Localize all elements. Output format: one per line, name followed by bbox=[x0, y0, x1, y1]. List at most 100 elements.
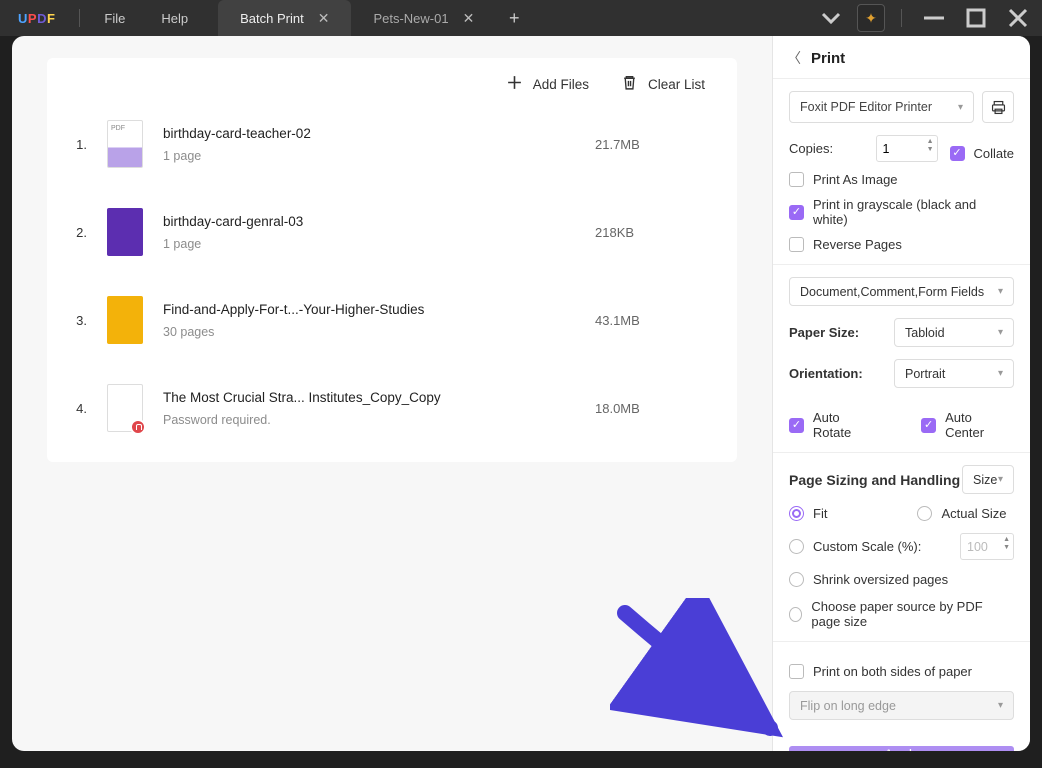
printer-select[interactable]: Foxit PDF Editor Printer ▾ bbox=[789, 91, 974, 123]
both-sides-checkbox[interactable]: Print on both sides of paper bbox=[789, 664, 1014, 679]
sizing-section: Page Sizing and Handling Size ▾ Fit Actu… bbox=[773, 453, 1030, 642]
premium-icon[interactable]: ✦ bbox=[857, 4, 885, 32]
shrink-radio[interactable]: Shrink oversized pages bbox=[789, 572, 1014, 587]
sizing-title: Page Sizing and Handling bbox=[789, 472, 960, 488]
choose-paper-source-radio[interactable]: Choose paper source by PDF page size bbox=[789, 599, 1014, 629]
file-thumbnail bbox=[107, 120, 143, 168]
paper-size-label: Paper Size: bbox=[789, 325, 859, 340]
close-icon[interactable]: ✕ bbox=[463, 10, 475, 27]
file-thumbnail bbox=[107, 296, 143, 344]
row-text: birthday-card-teacher-02 1 page bbox=[163, 126, 575, 163]
tab-label: Batch Print bbox=[240, 11, 304, 26]
select-value: Document,Comment,Form Fields bbox=[800, 285, 984, 299]
checkbox-label: Print in grayscale (black and white) bbox=[813, 197, 1014, 227]
tab-batch-print[interactable]: Batch Print ✕ bbox=[218, 0, 351, 36]
row-text: Find-and-Apply-For-t...-Your-Higher-Stud… bbox=[163, 302, 575, 339]
select-value: Tabloid bbox=[905, 326, 945, 340]
actual-size-radio[interactable]: Actual Size bbox=[917, 506, 1006, 521]
radio-label: Shrink oversized pages bbox=[813, 572, 948, 587]
chevron-down-icon: ▾ bbox=[998, 474, 1003, 485]
add-files-button[interactable]: Add Files bbox=[506, 74, 589, 94]
reverse-pages-checkbox[interactable]: Reverse Pages bbox=[789, 237, 1014, 252]
lock-icon bbox=[130, 419, 146, 435]
paper-size-select[interactable]: Tabloid ▾ bbox=[894, 318, 1014, 347]
file-thumbnail bbox=[107, 208, 143, 256]
checkbox-label: Auto Rotate bbox=[813, 410, 881, 440]
file-meta: Password required. bbox=[163, 413, 575, 427]
file-thumbnail bbox=[107, 384, 143, 432]
stepper-down-icon[interactable]: ▼ bbox=[1003, 544, 1010, 551]
file-name: Find-and-Apply-For-t...-Your-Higher-Stud… bbox=[163, 302, 575, 317]
copies-field[interactable] bbox=[883, 142, 917, 156]
chevron-down-icon: ▾ bbox=[998, 368, 1003, 379]
minimize-button[interactable] bbox=[918, 4, 950, 32]
orientation-label: Orientation: bbox=[789, 366, 863, 381]
stepper-up-icon[interactable]: ▲ bbox=[927, 138, 934, 145]
row-text: birthday-card-genral-03 1 page bbox=[163, 214, 575, 251]
fit-radio[interactable]: Fit bbox=[789, 506, 827, 521]
print-content-select[interactable]: Document,Comment,Form Fields ▾ bbox=[789, 277, 1014, 306]
checkbox-label: Auto Center bbox=[945, 410, 1014, 440]
file-meta: 1 page bbox=[163, 237, 575, 251]
custom-scale-input[interactable]: ▲▼ bbox=[960, 533, 1014, 560]
checkbox-label: Print As Image bbox=[813, 172, 898, 187]
app-logo: UPDF bbox=[0, 11, 73, 26]
select-value: Portrait bbox=[905, 367, 945, 381]
back-icon[interactable]: 〈 bbox=[787, 48, 801, 68]
select-value: Size bbox=[973, 473, 997, 487]
chevron-down-icon[interactable] bbox=[815, 4, 847, 32]
stepper-up-icon[interactable]: ▲ bbox=[1003, 536, 1010, 543]
file-list: 1. birthday-card-teacher-02 1 page 21.7M… bbox=[47, 100, 737, 452]
grayscale-checkbox[interactable]: Print in grayscale (black and white) bbox=[789, 197, 1014, 227]
left-panel: Add Files Clear List 1. birthday-card-te… bbox=[12, 36, 772, 751]
list-item[interactable]: 2. birthday-card-genral-03 1 page 218KB bbox=[47, 188, 737, 276]
file-size: 18.0MB bbox=[595, 401, 715, 416]
printer-properties-button[interactable] bbox=[982, 91, 1014, 123]
separator bbox=[901, 9, 902, 27]
tab-document[interactable]: Pets-New-01 ✕ bbox=[351, 0, 496, 36]
chevron-down-icon: ▾ bbox=[998, 327, 1003, 338]
maximize-button[interactable] bbox=[960, 4, 992, 32]
custom-scale-field[interactable] bbox=[967, 540, 1001, 554]
sizing-mode-select[interactable]: Size ▾ bbox=[962, 465, 1014, 494]
clear-list-button[interactable]: Clear List bbox=[621, 74, 705, 94]
chevron-down-icon: ▾ bbox=[958, 102, 963, 113]
print-as-image-checkbox[interactable]: Print As Image bbox=[789, 172, 1014, 187]
clear-list-label: Clear List bbox=[648, 77, 705, 92]
row-number: 3. bbox=[69, 313, 87, 328]
apply-button[interactable]: Apply bbox=[789, 746, 1014, 751]
printer-section: Foxit PDF Editor Printer ▾ Copies: ▲▼ Co… bbox=[773, 79, 1030, 265]
custom-scale-radio[interactable]: Custom Scale (%): bbox=[789, 539, 921, 554]
select-value: Flip on long edge bbox=[800, 699, 896, 713]
list-item[interactable]: 4. The Most Crucial Stra... Institutes_C… bbox=[47, 364, 737, 452]
tab-strip: Batch Print ✕ Pets-New-01 ✕ + bbox=[218, 0, 532, 36]
checkbox-label: Reverse Pages bbox=[813, 237, 902, 252]
new-tab-button[interactable]: + bbox=[496, 0, 532, 36]
add-files-label: Add Files bbox=[533, 77, 589, 92]
chevron-down-icon: ▾ bbox=[998, 286, 1003, 297]
file-size: 21.7MB bbox=[595, 137, 715, 152]
auto-rotate-checkbox[interactable]: Auto Rotate bbox=[789, 410, 881, 440]
close-window-button[interactable] bbox=[1002, 4, 1034, 32]
file-meta: 1 page bbox=[163, 149, 575, 163]
printer-select-value: Foxit PDF Editor Printer bbox=[800, 100, 932, 114]
print-header: 〈 Print bbox=[773, 36, 1030, 79]
close-icon[interactable]: ✕ bbox=[318, 10, 330, 27]
stepper-down-icon[interactable]: ▼ bbox=[927, 146, 934, 153]
card-actions: Add Files Clear List bbox=[47, 58, 737, 100]
file-size: 218KB bbox=[595, 225, 715, 240]
title-right: ✦ bbox=[815, 4, 1042, 32]
menu-help[interactable]: Help bbox=[143, 11, 206, 26]
radio-label: Choose paper source by PDF page size bbox=[811, 599, 1014, 629]
copies-input[interactable]: ▲▼ bbox=[876, 135, 938, 162]
duplex-section: Print on both sides of paper Flip on lon… bbox=[773, 642, 1030, 732]
tab-label: Pets-New-01 bbox=[373, 11, 448, 26]
collate-checkbox[interactable]: Collate bbox=[950, 146, 1014, 161]
orientation-select[interactable]: Portrait ▾ bbox=[894, 359, 1014, 388]
list-item[interactable]: 3. Find-and-Apply-For-t...-Your-Higher-S… bbox=[47, 276, 737, 364]
flip-select[interactable]: Flip on long edge ▾ bbox=[789, 691, 1014, 720]
list-item[interactable]: 1. birthday-card-teacher-02 1 page 21.7M… bbox=[47, 100, 737, 188]
auto-center-checkbox[interactable]: Auto Center bbox=[921, 410, 1014, 440]
menu-file[interactable]: File bbox=[86, 11, 143, 26]
collate-label: Collate bbox=[974, 146, 1014, 161]
